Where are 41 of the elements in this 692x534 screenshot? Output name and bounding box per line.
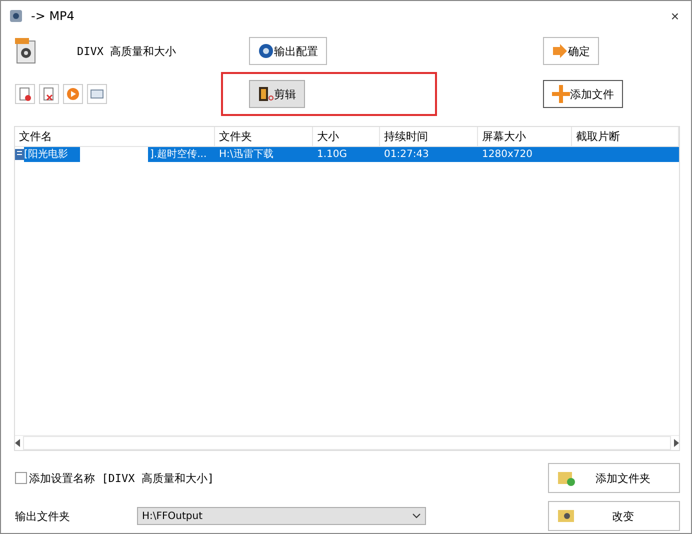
table-cell: 01:27:43 (380, 147, 478, 162)
arrow-right-icon (552, 44, 568, 58)
horizontal-scrollbar[interactable] (15, 435, 679, 450)
remove-file-icon (18, 87, 32, 101)
window-title: -> MP4 (31, 9, 76, 23)
clear-list-icon (42, 87, 56, 101)
chevron-down-icon (412, 513, 421, 519)
checkbox-label: 添加设置名称 [DIVX 高质量和大小] (29, 470, 214, 486)
profile-label: DIVX 高质量和大小 (77, 44, 176, 58)
disc-icon (258, 43, 274, 59)
add-folder-button[interactable]: 添加文件夹 (548, 463, 680, 493)
folder-add-icon (557, 470, 575, 486)
scroll-left-icon (15, 439, 21, 447)
close-button[interactable]: × (666, 8, 683, 24)
file-icon (15, 149, 24, 160)
clear-button[interactable] (39, 84, 59, 104)
table-cell: 1.10G (313, 147, 380, 162)
output-folder-dropdown[interactable]: H:\FFOutput (137, 507, 426, 525)
app-icon (9, 9, 23, 23)
change-button[interactable]: 改变 (548, 501, 680, 531)
file-row[interactable]: [阳光电影 ].超时空传... H:\迅雷下载 1.10G 01:27:43 1280x720 (15, 147, 679, 162)
film-cut-icon (258, 86, 274, 102)
edit-button[interactable]: 剪辑 (249, 80, 305, 108)
preview-button[interactable] (87, 84, 107, 104)
table-cell: ].超时空传... (148, 147, 215, 162)
window-icon (90, 87, 104, 101)
table-cell: H:\迅雷下载 (215, 147, 313, 162)
output-config-button[interactable]: 输出配置 (249, 37, 327, 65)
scroll-right-icon (673, 439, 679, 447)
video-file-icon (15, 38, 37, 64)
ok-button[interactable]: 确定 (543, 37, 599, 65)
table-cell: [阳光电影 (24, 147, 80, 162)
remove-button[interactable] (15, 84, 35, 104)
plus-icon (552, 85, 570, 103)
folder-icon (557, 508, 575, 524)
add-file-button[interactable]: 添加文件 (543, 80, 623, 108)
play-button[interactable] (63, 84, 83, 104)
checkbox[interactable] (15, 472, 27, 484)
output-folder-label: 输出文件夹 (15, 508, 71, 524)
play-icon (66, 87, 80, 101)
table-cell: 1280x720 (478, 147, 572, 162)
